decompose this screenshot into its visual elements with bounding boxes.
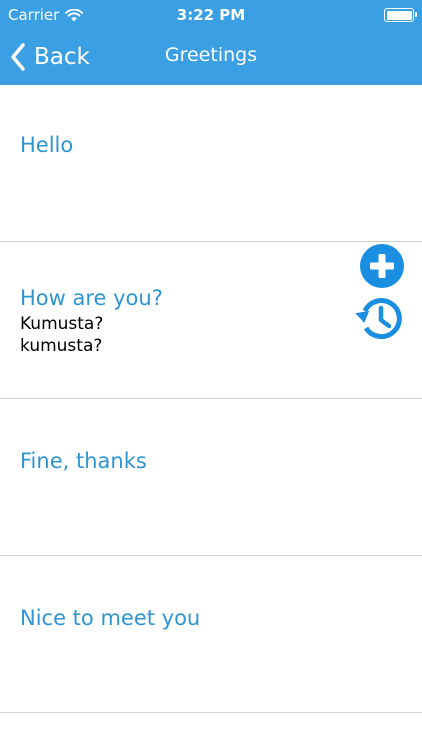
navigation-bar: Back Greetings [0, 30, 422, 85]
battery-level [386, 10, 412, 20]
status-bar: Carrier 3:22 PM [0, 0, 422, 30]
phrase-english: Nice to meet you [20, 606, 201, 630]
phrase-translation: Kumusta? [20, 314, 104, 334]
phrase-english: How are you? [20, 286, 163, 310]
add-phrase-button[interactable] [360, 244, 404, 292]
page-title: Greetings [164, 44, 258, 66]
battery-icon [384, 8, 417, 22]
phrase-row-fine-thanks[interactable]: Fine, thanks [0, 399, 422, 556]
phrase-english: Hello [20, 133, 74, 157]
top-bar: Carrier 3:22 PM Back Greetings [0, 0, 422, 85]
phrase-pronunciation: kumusta? [20, 336, 103, 356]
history-button[interactable] [354, 296, 404, 346]
phrase-list: Hello How are you? Kumusta? kumusta? Fin… [0, 85, 422, 713]
status-time: 3:22 PM [176, 6, 246, 24]
phrase-row-nice-to-meet-you[interactable]: Nice to meet you [0, 556, 422, 713]
history-icon [355, 298, 402, 340]
plus-circle-icon [360, 244, 404, 288]
phrase-english: Fine, thanks [20, 449, 147, 473]
phrase-row-hello[interactable]: Hello [0, 85, 422, 242]
